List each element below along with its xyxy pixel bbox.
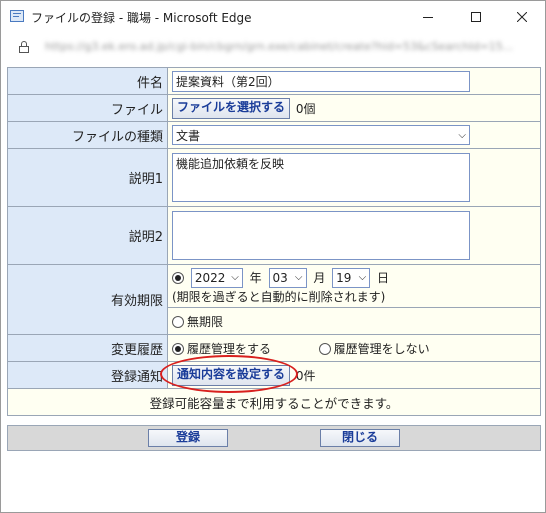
form-row-kind: ファイルの種類 文書 ⌵ <box>7 121 541 149</box>
minimize-button[interactable] <box>405 1 451 33</box>
url-text[interactable]: https://g3.ek.ero.ad.jp/cgi-bin/cbgrn/gr… <box>45 40 513 53</box>
file-cell: ファイルを選択する 0個 <box>167 94 541 122</box>
kind-label: ファイルの種類 <box>7 121 168 149</box>
form-row-desc1: 説明1 機能追加依頼を反映 <box>7 148 541 207</box>
file-kind-select[interactable]: 文書 ⌵ <box>172 125 470 145</box>
form-row-info: 登録可能容量まで利用することができます。 <box>7 388 541 416</box>
year-value: 2022 <box>194 270 226 285</box>
expiry-note: (期限を過ぎると自動的に削除されます) <box>172 289 386 304</box>
form-row-history: 変更履歴 履歴管理をする 履歴管理をしない <box>7 334 541 362</box>
app-icon <box>10 10 24 22</box>
file-label: ファイル <box>7 94 168 122</box>
day-select[interactable]: 19 ⌵ <box>332 267 371 288</box>
name-label: 件名 <box>7 67 168 95</box>
month-select[interactable]: 03 ⌵ <box>268 267 307 288</box>
form-table: 件名 ファイル ファイルを選択する 0個 ファイルの種類 文書 ⌵ <box>7 67 541 416</box>
history-on-label: 履歴管理をする <box>187 341 272 356</box>
capacity-info: 登録可能容量まで利用することができます。 <box>7 388 541 416</box>
close-button[interactable]: 閉じる <box>320 429 400 447</box>
notify-cell: 通知内容を設定する 0件 <box>160 354 541 393</box>
history-on-radio[interactable] <box>172 343 184 355</box>
desc1-cell: 機能追加依頼を反映 <box>167 148 541 207</box>
form-row-notify: 登録通知 通知内容を設定する 0件 <box>7 354 541 393</box>
form-row-name: 件名 <box>7 67 541 95</box>
file-register-form: 件名 ファイル ファイルを選択する 0個 ファイルの種類 文書 ⌵ <box>7 67 541 416</box>
minimize-icon <box>423 16 433 18</box>
kind-cell: 文書 ⌵ <box>167 121 541 149</box>
month-value: 03 <box>272 270 288 285</box>
footer-bar: 登録 閉じる <box>7 425 541 451</box>
history-label: 変更履歴 <box>7 334 168 362</box>
history-off-label: 履歴管理をしない <box>333 341 430 356</box>
chevron-down-icon: ⌵ <box>231 272 239 283</box>
day-unit: 日 <box>377 271 390 285</box>
no-limit-radio[interactable] <box>172 316 184 328</box>
no-limit-label: 無期限 <box>187 314 224 329</box>
desc2-textarea[interactable] <box>172 211 470 260</box>
notify-label: 登録通知 <box>7 361 168 389</box>
select-file-button[interactable]: ファイルを選択する <box>172 97 291 119</box>
day-value: 19 <box>336 270 352 285</box>
form-row-file: ファイル ファイルを選択する 0個 <box>7 94 541 122</box>
form-row-expiry: 有効期限 2022 ⌵ 年 03 ⌵ 月 19 ⌵ 日 (期限を過ぎると自動的に… <box>7 264 541 335</box>
no-limit-cell: 無期限 <box>167 307 541 335</box>
maximize-icon <box>471 12 481 22</box>
desc2-cell <box>167 206 541 265</box>
address-bar[interactable]: https://g3.ek.ero.ad.jp/cgi-bin/cbgrn/gr… <box>1 33 545 61</box>
lock-icon <box>19 41 29 53</box>
close-window-button[interactable] <box>499 1 545 33</box>
expiry-label: 有効期限 <box>7 264 168 335</box>
desc2-label: 説明2 <box>7 206 168 265</box>
name-input[interactable] <box>172 70 470 92</box>
desc1-textarea[interactable]: 機能追加依頼を反映 <box>172 153 470 202</box>
browser-window: ファイルの登録 - 職場 - Microsoft Edge https://g3… <box>0 0 546 513</box>
year-select[interactable]: 2022 ⌵ <box>190 267 243 288</box>
file-count: 0個 <box>295 101 316 116</box>
chevron-down-icon: ⌵ <box>358 272 367 283</box>
expiry-date-radio[interactable] <box>172 271 184 284</box>
month-unit: 月 <box>313 271 326 285</box>
name-cell <box>167 67 541 95</box>
expiry-date-cell: 2022 ⌵ 年 03 ⌵ 月 19 ⌵ 日 (期限を過ぎると自動的に削除されま… <box>167 264 541 308</box>
desc1-label: 説明1 <box>7 148 168 207</box>
close-icon <box>517 12 527 22</box>
history-off-radio[interactable] <box>318 343 331 355</box>
maximize-button[interactable] <box>453 1 499 33</box>
notify-settings-button[interactable]: 通知内容を設定する <box>172 364 291 386</box>
history-cell: 履歴管理をする 履歴管理をしない <box>167 334 541 362</box>
title-bar: ファイルの登録 - 職場 - Microsoft Edge <box>1 1 545 33</box>
file-kind-value: 文書 <box>176 128 201 143</box>
window-title: ファイルの登録 - 職場 - Microsoft Edge <box>31 11 252 25</box>
chevron-down-icon: ⌵ <box>294 272 303 283</box>
register-button[interactable]: 登録 <box>148 429 228 447</box>
notify-count: 0件 <box>295 368 316 383</box>
form-row-desc2: 説明2 <box>7 206 541 265</box>
year-unit: 年 <box>249 271 262 285</box>
chevron-down-icon: ⌵ <box>458 129 466 141</box>
